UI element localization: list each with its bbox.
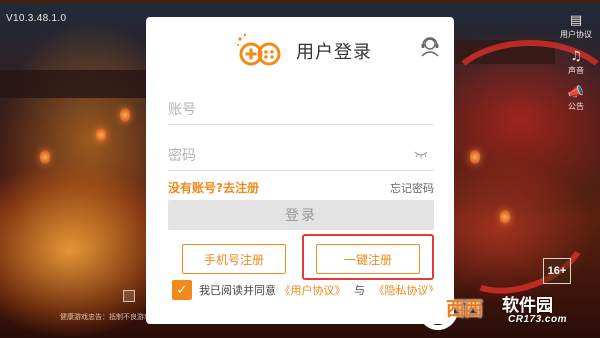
lantern-decoration [96, 128, 106, 142]
user-agreement-link[interactable]: 《用户协议》 [280, 284, 346, 297]
lantern-decoration [500, 210, 510, 224]
lantern-decoration [120, 108, 130, 122]
agree-prefix: 我已阅读并同意 [199, 284, 276, 297]
account-field[interactable]: 账号 [168, 97, 434, 125]
side-menu: ▤ 用户协议 ♫ 声音 📣 公告 [552, 14, 600, 112]
link-row: 没有账号?去注册 忘记密码 [168, 179, 434, 195]
lantern-decoration [40, 150, 50, 164]
side-item-label: 公告 [568, 102, 584, 111]
side-item-user-agreement[interactable]: ▤ 用户协议 [560, 14, 592, 40]
side-item-sound[interactable]: ♫ 声音 [568, 50, 584, 76]
side-item-label: 用户协议 [560, 30, 592, 39]
lantern-decoration [470, 150, 480, 164]
hide-password-icon[interactable] [414, 149, 428, 159]
site-watermark: 西西 软件园 CR173.com [410, 282, 590, 338]
watermark-url: CR173.com [508, 314, 567, 325]
watermark-brand: 西西 [446, 298, 483, 320]
agree-checkbox[interactable]: ✓ [172, 280, 192, 300]
side-item-announcement[interactable]: 📣 公告 [568, 86, 584, 112]
login-button[interactable]: 登录 [168, 200, 434, 230]
agreement-row: ✓ 我已阅读并同意 《用户协议》 与 《隐私协议》 [172, 280, 440, 300]
login-dialog: 用户登录 账号 密码 没有账号?去注册 忘记密码 登录 手机号注册 一键注册 ✓… [146, 17, 454, 324]
register-link[interactable]: 没有账号?去注册 [168, 179, 259, 196]
agreement-text: 我已阅读并同意 《用户协议》 与 《隐私协议》 [199, 282, 440, 298]
gamepad-logo-icon [237, 33, 281, 66]
age-rating-badge: 16+ [543, 258, 571, 284]
password-field[interactable]: 密码 [168, 143, 434, 171]
side-item-label: 声音 [568, 66, 584, 75]
customer-service-icon[interactable] [419, 35, 441, 57]
quick-register-button[interactable]: 一键注册 [316, 244, 420, 274]
sound-icon: ♫ [570, 49, 582, 64]
account-placeholder: 账号 [168, 102, 196, 118]
version-label: V10.3.48.1.0 [6, 13, 67, 24]
password-placeholder: 密码 [168, 148, 196, 164]
phone-register-button[interactable]: 手机号注册 [182, 244, 286, 274]
user-agreement-icon: ▤ [569, 13, 583, 28]
forgot-password-link[interactable]: 忘记密码 [390, 180, 434, 196]
announcement-icon: 📣 [567, 85, 585, 100]
check-icon: ✓ [176, 282, 188, 298]
top-bar [0, 0, 600, 4]
background-checkbox [123, 290, 135, 302]
pagoda-roof-left [0, 70, 150, 98]
watermark-name: 软件园 [502, 296, 553, 316]
dialog-title: 用户登录 [296, 42, 372, 63]
agree-and: 与 [354, 284, 365, 297]
